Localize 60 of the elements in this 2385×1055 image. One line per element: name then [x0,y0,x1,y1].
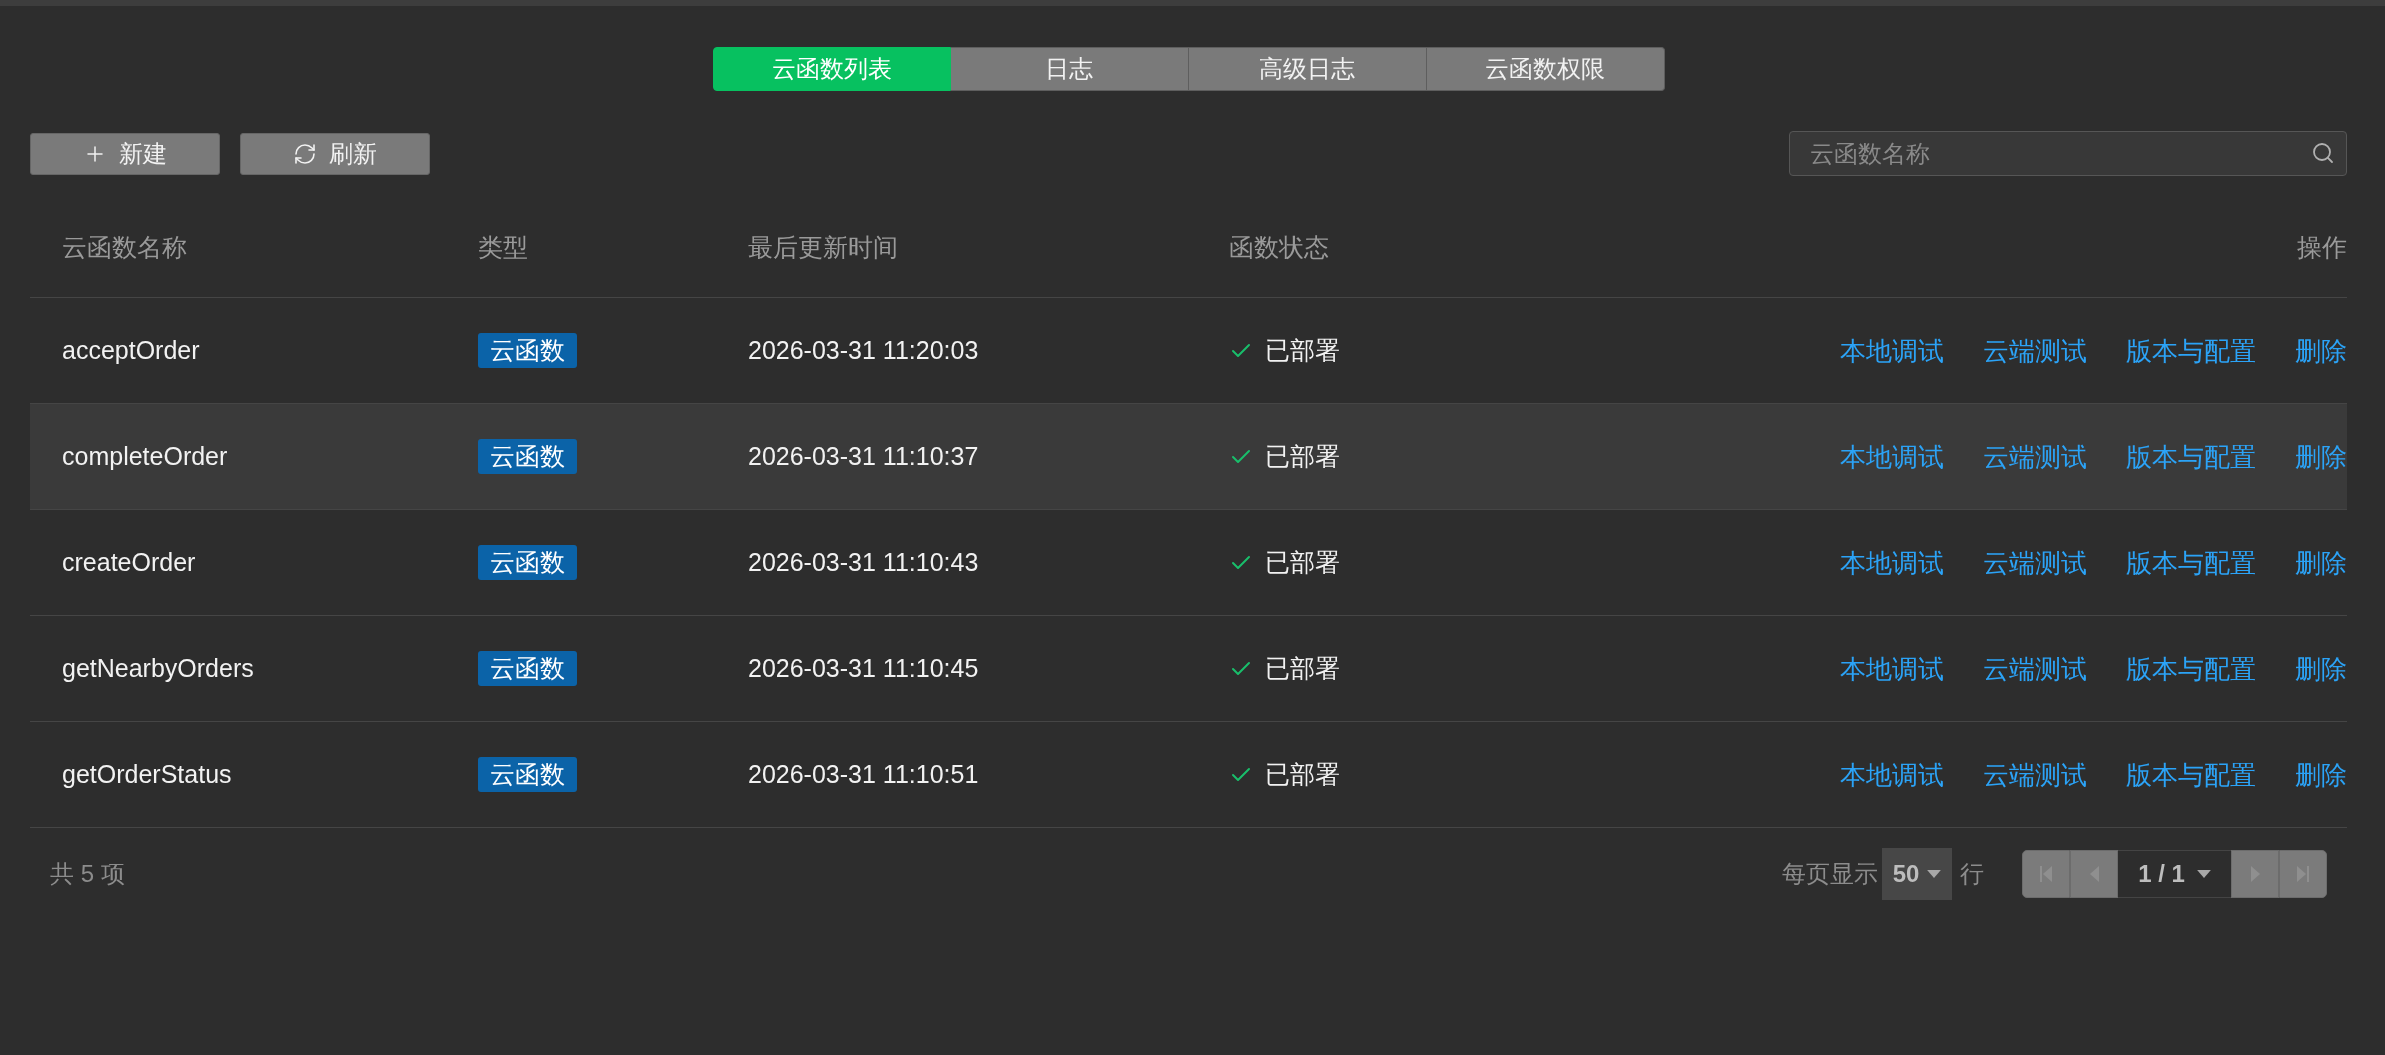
page-size-select[interactable]: 50 [1882,848,1952,900]
update-time: 2026-03-31 11:10:51 [748,760,979,788]
tab[interactable]: 高级日志 [1188,47,1427,91]
status-label: 已部署 [1265,338,1340,363]
action-link[interactable]: 版本与配置 [2126,761,2256,788]
status-label: 已部署 [1265,444,1340,469]
update-time: 2026-03-31 11:10:45 [748,654,979,682]
column-header: 最后更新时间 [748,232,898,261]
status-label: 已部署 [1265,656,1340,681]
type-tag: 云函数 [478,545,577,580]
action-link[interactable]: 云端测试 [1983,655,2087,682]
type-tag: 云函数 [478,333,577,368]
action-link[interactable]: 删除 [2295,655,2347,682]
action-link[interactable]: 删除 [2295,443,2347,470]
search-field[interactable]: 云函数名称 [1789,131,2347,176]
action-link[interactable]: 版本与配置 [2126,443,2256,470]
update-time: 2026-03-31 11:10:37 [748,442,979,470]
refresh-button[interactable]: 刷新 [240,132,430,175]
search-icon [2311,141,2335,165]
function-name: acceptOrder [62,336,200,364]
function-name: completeOrder [62,442,228,470]
column-header: 操作 [2297,234,2347,260]
action-link[interactable]: 云端测试 [1983,761,2087,788]
action-link[interactable]: 本地调试 [1840,443,1944,470]
action-link[interactable]: 删除 [2295,337,2347,364]
new-button[interactable]: 新建 [30,132,220,175]
function-name: getNearbyOrders [62,654,254,682]
column-header: 类型 [478,232,528,261]
column-header: 云函数名称 [62,232,187,261]
status-label: 已部署 [1265,550,1340,575]
update-time: 2026-03-31 11:20:03 [748,336,979,364]
function-name: getOrderStatus [62,760,232,788]
status-label: 已部署 [1265,762,1340,787]
caret-down-icon [1927,870,1942,878]
action-link[interactable]: 本地调试 [1840,761,1944,788]
action-link[interactable]: 云端测试 [1983,337,2087,364]
column-header: 函数状态 [1229,232,1329,261]
total-count: 共 5 项 [50,862,125,886]
action-link[interactable]: 云端测试 [1983,549,2087,576]
type-tag: 云函数 [478,439,577,474]
action-link[interactable]: 删除 [2295,549,2347,576]
action-link[interactable]: 本地调试 [1840,655,1944,682]
action-link[interactable]: 本地调试 [1840,337,1944,364]
update-time: 2026-03-31 11:10:43 [748,548,979,576]
page-size-label: 每页显示 [1782,862,1878,886]
function-name: createOrder [62,548,196,576]
action-link[interactable]: 本地调试 [1840,549,1944,576]
type-tag: 云函数 [478,651,577,686]
page-size-unit: 行 [1960,862,1984,886]
action-link[interactable]: 云端测试 [1983,443,2087,470]
page-select[interactable]: 1 / 1 [2118,850,2231,898]
tab[interactable]: 云函数权限 [1426,47,1665,91]
action-link[interactable]: 删除 [2295,761,2347,788]
action-link[interactable]: 版本与配置 [2126,337,2256,364]
action-link[interactable]: 版本与配置 [2126,549,2256,576]
action-link[interactable]: 版本与配置 [2126,655,2256,682]
caret-down-icon [2196,870,2211,878]
refresh-icon [293,141,317,166]
tab[interactable]: 日志 [950,47,1189,91]
type-tag: 云函数 [478,757,577,792]
